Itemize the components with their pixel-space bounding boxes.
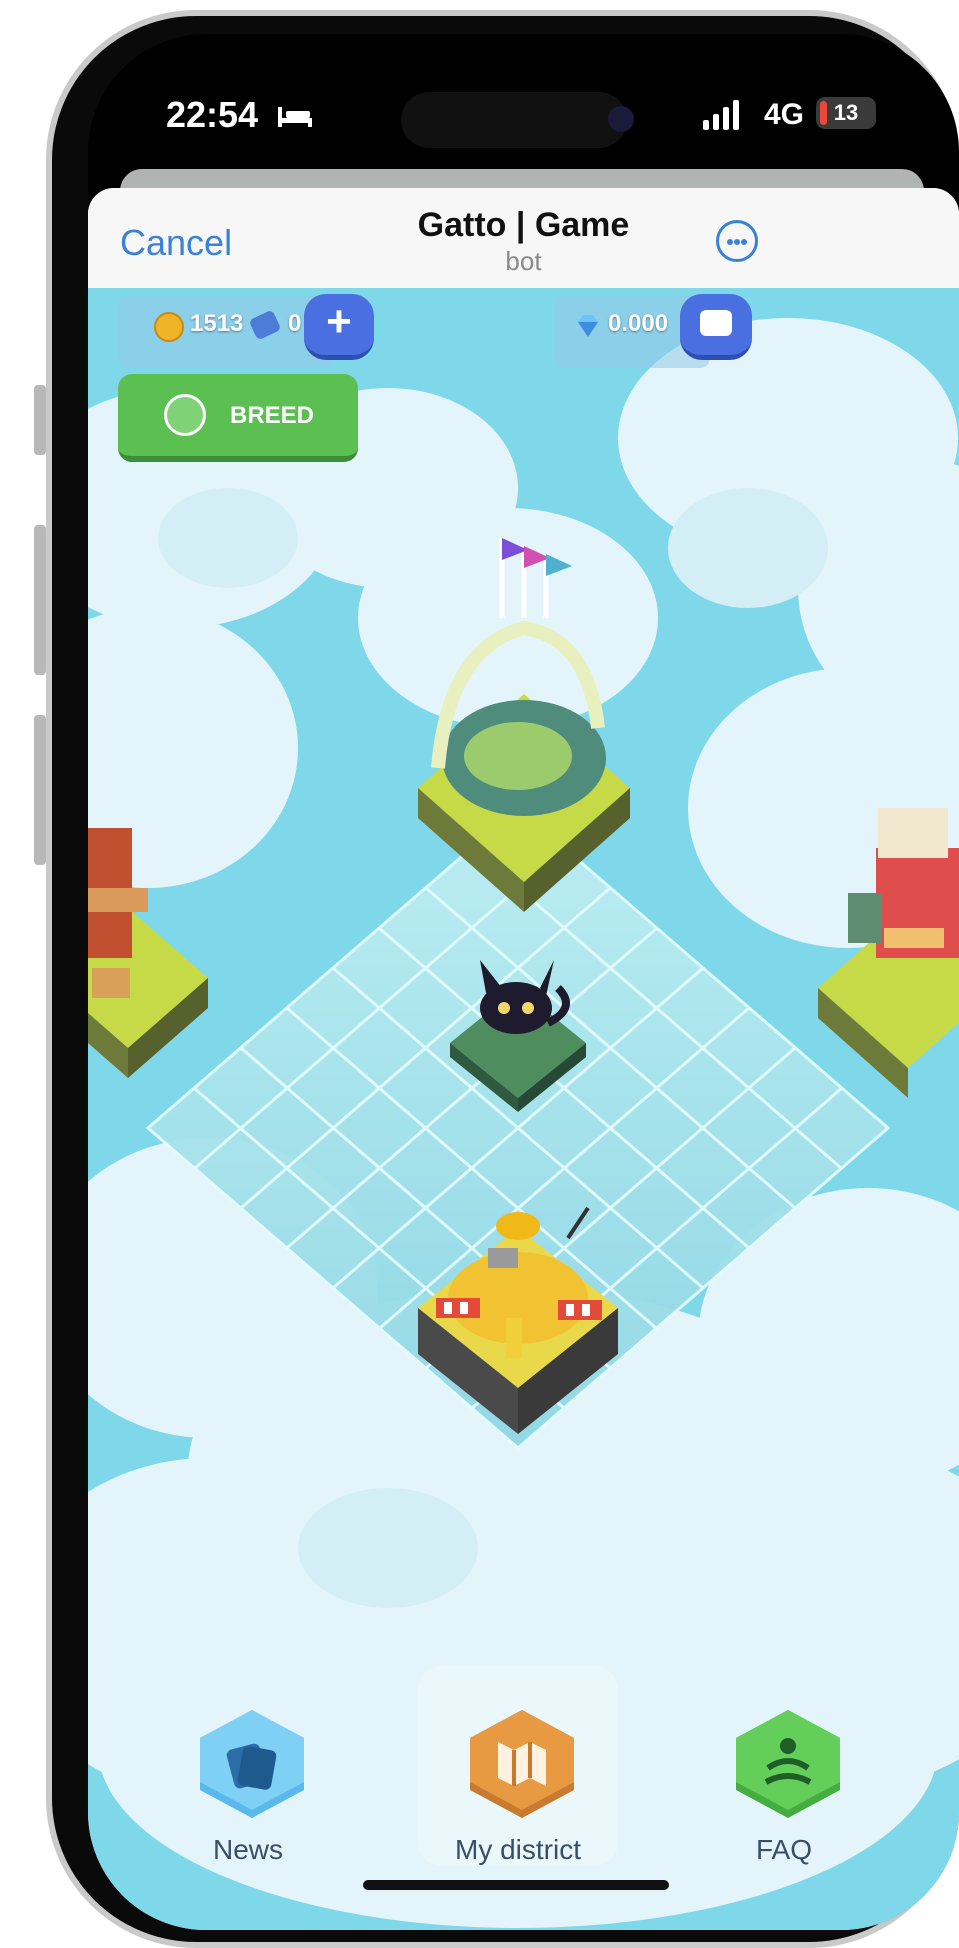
more-options-icon[interactable] <box>716 220 758 262</box>
nav-news-label: News <box>212 1834 283 1865</box>
status-time: 22:54 <box>166 94 314 136</box>
bed-icon <box>278 107 313 128</box>
paw-swap-icon <box>164 394 206 436</box>
wallet-icon <box>700 310 732 336</box>
side-button-volume-up <box>34 525 46 675</box>
dynamic-island <box>401 92 627 148</box>
battery-percent: 13 <box>833 100 859 125</box>
status-time-text: 22:54 <box>166 94 259 135</box>
wallet-button[interactable] <box>680 294 752 360</box>
nav-my-district-label: My district <box>455 1834 581 1865</box>
status-bar: 22:54 4G 13 <box>88 34 959 184</box>
page-subtitle: bot <box>505 246 542 276</box>
nav-news[interactable]: News <box>148 1666 348 1866</box>
side-button-volume-down <box>34 715 46 865</box>
battery-icon: 13 <box>816 97 876 129</box>
mini-app-sheet: Cancel Gatto | Game bot 1513 0 + 0.000 B… <box>88 188 959 1930</box>
nav-faq[interactable]: FAQ <box>684 1666 884 1866</box>
coin-balance: 1513 <box>190 310 244 337</box>
signal-icon <box>703 100 739 130</box>
nav-my-district[interactable]: My district <box>418 1666 618 1866</box>
nav-faq-label: FAQ <box>755 1834 812 1865</box>
add-currency-button[interactable]: + <box>304 294 374 360</box>
camera-icon <box>608 106 634 132</box>
phone-screen: 22:54 4G 13 Cancel Gatto | Game bot 1513… <box>88 34 959 1930</box>
cards-icon <box>200 1710 304 1818</box>
meditation-icon <box>736 1710 840 1818</box>
ticket-balance: 0 <box>288 310 302 337</box>
map-icon <box>470 1710 574 1818</box>
breed-label: BREED <box>230 402 315 429</box>
side-button-action <box>34 385 46 455</box>
game-view[interactable]: 1513 0 + 0.000 BREED News My district FA… <box>88 288 959 1930</box>
page-title: Gatto | Game <box>417 206 630 244</box>
coin-icon <box>154 312 184 342</box>
diamond-icon <box>578 315 598 337</box>
gem-balance: 0.000 <box>608 310 669 337</box>
network-type: 4G <box>764 98 805 131</box>
breed-button[interactable]: BREED <box>118 374 358 462</box>
home-indicator[interactable] <box>363 1880 669 1890</box>
sheet-header: Cancel Gatto | Game bot <box>88 188 959 288</box>
